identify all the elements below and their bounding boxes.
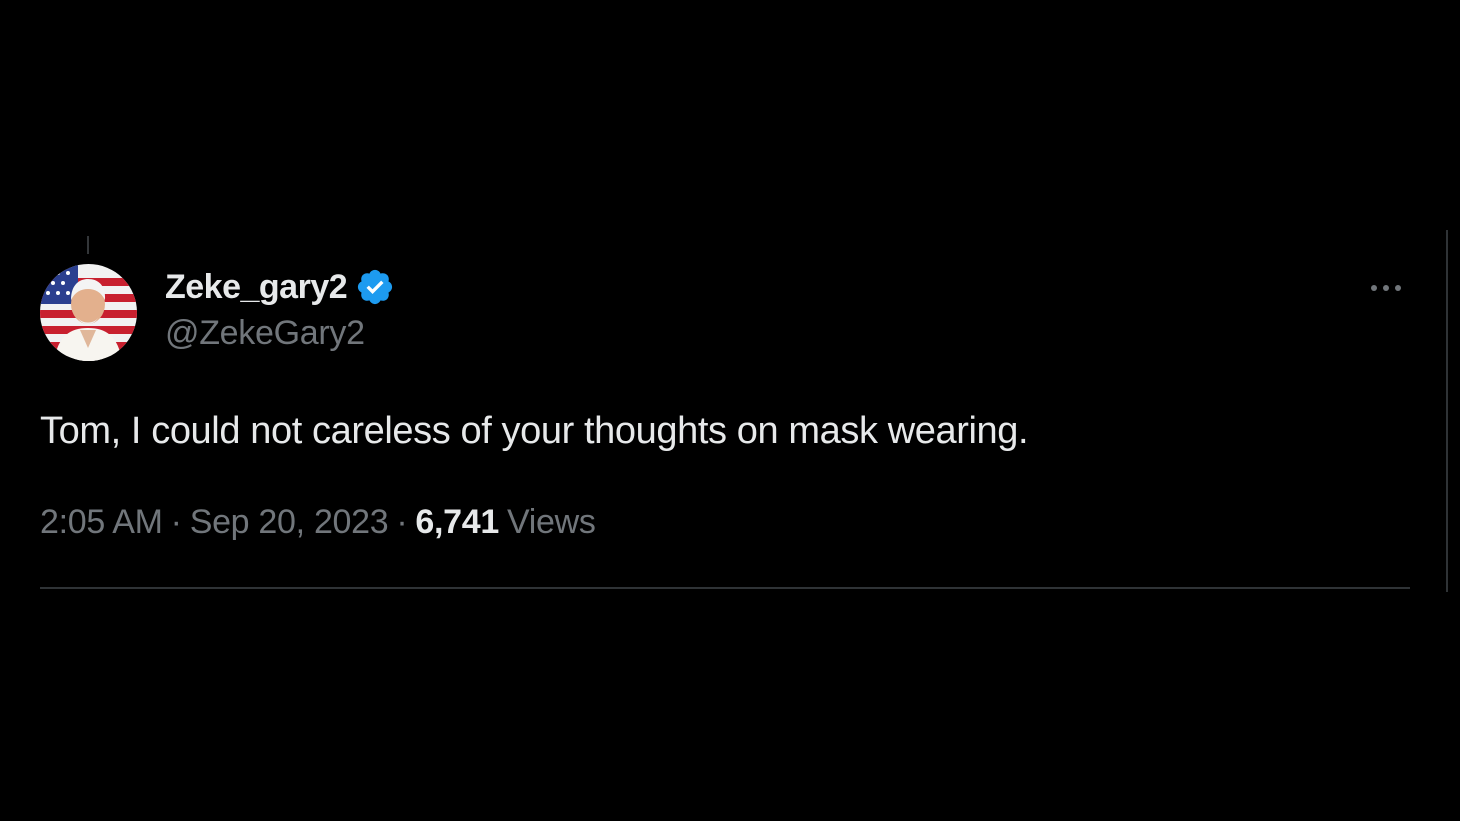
more-options-button[interactable] [1362, 268, 1410, 308]
meta-separator: · [170, 503, 182, 541]
avatar[interactable] [40, 264, 137, 361]
verified-badge-icon[interactable] [355, 267, 395, 307]
author-handle[interactable]: @ZekeGary2 [165, 314, 365, 353]
avatar-image [40, 264, 137, 361]
tweet-meta: 2:05 AM · Sep 20, 2023 · 6,741 Views [40, 503, 596, 542]
thread-connector-line [87, 236, 89, 254]
view-count[interactable]: 6,741 [415, 503, 499, 542]
more-horizontal-icon [1371, 285, 1401, 291]
meta-separator: · [396, 503, 408, 541]
tweet-page: Zeke_gary2 @ZekeGary2 Tom, I could not c… [0, 0, 1460, 821]
divider [40, 587, 1410, 589]
tweet-time[interactable]: 2:05 AM [40, 503, 163, 542]
tweet-date[interactable]: Sep 20, 2023 [190, 503, 389, 542]
views-label[interactable]: Views [507, 503, 596, 542]
column-border [1446, 230, 1448, 592]
tweet-text: Tom, I could not careless of your though… [40, 410, 1029, 452]
author-name-row[interactable]: Zeke_gary2 [165, 266, 395, 308]
display-name[interactable]: Zeke_gary2 [165, 268, 348, 307]
